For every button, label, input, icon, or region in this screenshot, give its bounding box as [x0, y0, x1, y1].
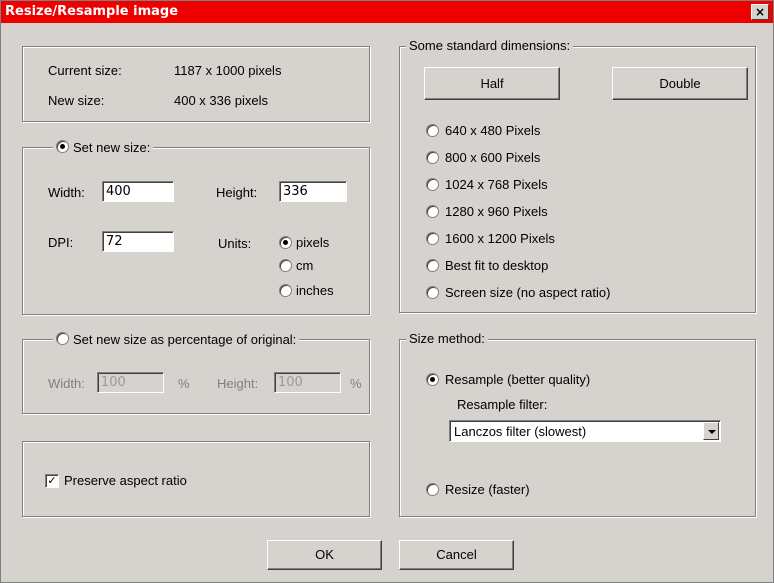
- size-method-legend: Size method:: [406, 331, 488, 346]
- dpi-label: DPI:: [48, 235, 74, 250]
- unit-inches-radio[interactable]: [279, 284, 292, 297]
- dim-640-label[interactable]: 640 x 480 Pixels: [445, 123, 540, 138]
- resample-filter-value: Lanczos filter (slowest): [454, 424, 587, 439]
- standard-dimensions-legend: Some standard dimensions:: [406, 38, 574, 53]
- percentage-radio[interactable]: [56, 332, 69, 345]
- half-button-label: Half: [480, 76, 504, 91]
- double-button[interactable]: Double: [612, 67, 748, 100]
- resample-filter-select[interactable]: Lanczos filter (slowest): [449, 420, 721, 442]
- resize-label[interactable]: Resize (faster): [445, 482, 530, 497]
- dim-1280-radio[interactable]: [426, 205, 439, 218]
- width-input[interactable]: [102, 181, 174, 202]
- resize-radio[interactable]: [426, 483, 439, 496]
- unit-pixels-radio[interactable]: [279, 236, 292, 249]
- new-size-value: 400 x 336 pixels: [174, 93, 268, 108]
- chevron-down-icon[interactable]: [703, 422, 719, 440]
- set-new-size-radio[interactable]: [56, 140, 69, 153]
- percent-width-unit: %: [178, 376, 190, 391]
- resample-radio[interactable]: [426, 373, 439, 386]
- cancel-button[interactable]: Cancel: [399, 540, 514, 570]
- percent-height-label: Height:: [217, 376, 259, 391]
- percentage-group: Set new size as percentage of original: …: [22, 331, 370, 414]
- resample-filter-label: Resample filter:: [457, 397, 548, 412]
- percent-width-input[interactable]: [97, 372, 164, 393]
- set-new-size-label: Set new size:: [73, 140, 151, 155]
- percent-height-input[interactable]: [274, 372, 341, 393]
- aspect-group: ✓ Preserve aspect ratio: [22, 441, 370, 517]
- dim-1024-radio[interactable]: [426, 178, 439, 191]
- screen-size-label[interactable]: Screen size (no aspect ratio): [445, 285, 610, 300]
- current-size-value: 1187 x 1000 pixels: [174, 63, 282, 78]
- ok-button-label: OK: [315, 547, 334, 562]
- unit-pixels-label[interactable]: pixels: [296, 235, 329, 250]
- units-label: Units:: [218, 236, 252, 251]
- dpi-input[interactable]: [102, 231, 174, 252]
- percent-width-label: Width:: [48, 376, 85, 391]
- dim-640-radio[interactable]: [426, 124, 439, 137]
- dim-1600-label[interactable]: 1600 x 1200 Pixels: [445, 231, 555, 246]
- dim-1280-label[interactable]: 1280 x 960 Pixels: [445, 204, 548, 219]
- dim-800-label[interactable]: 800 x 600 Pixels: [445, 150, 540, 165]
- cancel-button-label: Cancel: [436, 547, 477, 562]
- percent-height-unit: %: [350, 376, 362, 391]
- size-info-group: Current size: 1187 x 1000 pixels New siz…: [22, 46, 370, 122]
- best-fit-radio[interactable]: [426, 259, 439, 272]
- dim-1024-label[interactable]: 1024 x 768 Pixels: [445, 177, 548, 192]
- dim-1600-radio[interactable]: [426, 232, 439, 245]
- current-size-label: Current size:: [48, 63, 122, 78]
- resample-label[interactable]: Resample (better quality): [445, 372, 590, 387]
- percentage-label: Set new size as percentage of original:: [73, 332, 297, 347]
- dialog-window: Resize/Resample image × Current size: 11…: [0, 0, 774, 583]
- height-input[interactable]: [279, 181, 347, 202]
- window-title: Resize/Resample image: [5, 4, 179, 19]
- set-new-size-legend[interactable]: Set new size:: [53, 139, 154, 155]
- set-new-size-group: Set new size: Width: Height: DPI: Units:…: [22, 139, 370, 315]
- dim-800-radio[interactable]: [426, 151, 439, 164]
- preserve-aspect-label[interactable]: Preserve aspect ratio: [64, 473, 187, 488]
- screen-size-radio[interactable]: [426, 286, 439, 299]
- unit-cm-radio[interactable]: [279, 259, 292, 272]
- close-button[interactable]: ×: [751, 4, 769, 20]
- ok-button[interactable]: OK: [267, 540, 382, 570]
- unit-cm-label[interactable]: cm: [296, 258, 313, 273]
- double-button-label: Double: [659, 76, 701, 91]
- width-label: Width:: [48, 185, 85, 200]
- size-method-group: Size method: Resample (better quality) R…: [399, 331, 756, 517]
- unit-inches-label[interactable]: inches: [296, 283, 334, 298]
- percentage-legend[interactable]: Set new size as percentage of original:: [53, 331, 300, 347]
- title-bar[interactable]: Resize/Resample image ×: [1, 1, 773, 23]
- best-fit-label[interactable]: Best fit to desktop: [445, 258, 548, 273]
- preserve-aspect-checkbox[interactable]: ✓: [45, 474, 59, 488]
- height-label: Height:: [216, 185, 258, 200]
- standard-dimensions-group: Some standard dimensions: Half Double 64…: [399, 38, 756, 313]
- half-button[interactable]: Half: [424, 67, 560, 100]
- new-size-label: New size:: [48, 93, 105, 108]
